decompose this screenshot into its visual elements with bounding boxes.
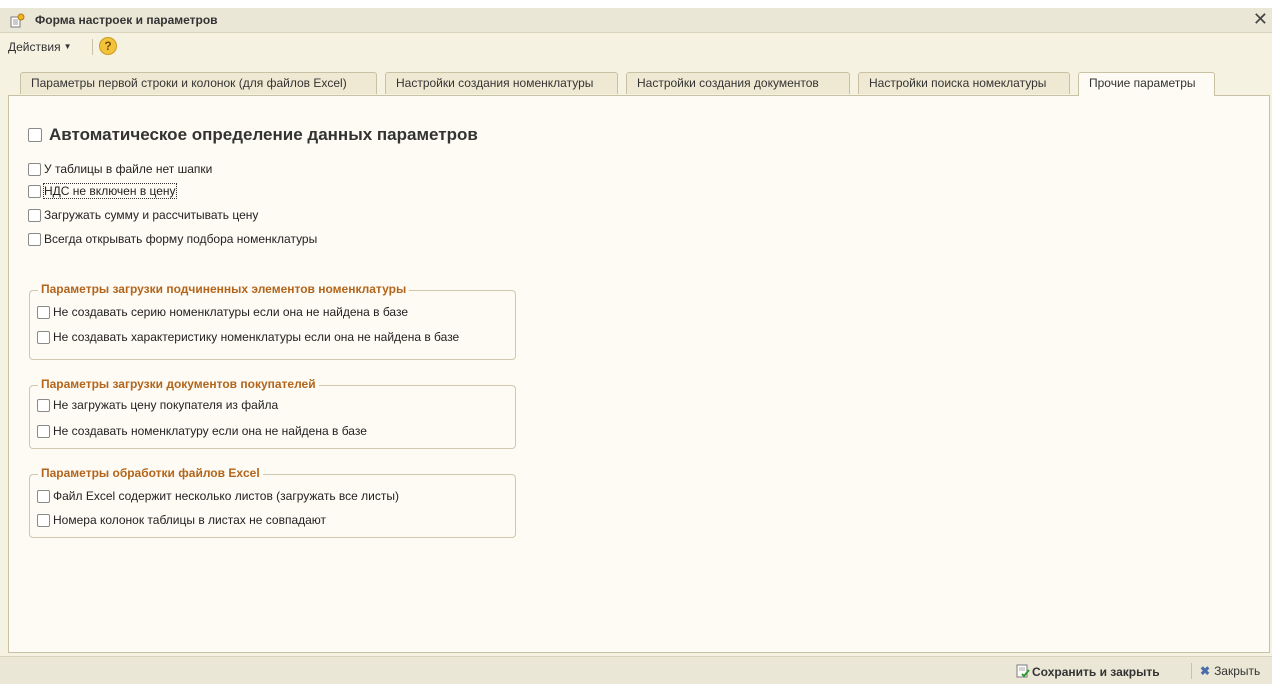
tab-other-params[interactable]: Прочие параметры — [1078, 72, 1215, 96]
always-open-selection-label: Всегда открывать форму подбора номенклат… — [44, 232, 318, 246]
group-title: Параметры загрузки подчиненных элементов… — [38, 282, 410, 296]
close-label: Закрыть — [1214, 664, 1261, 678]
close-button[interactable]: ✖ Закрыть — [1200, 664, 1260, 678]
no-create-series-label: Не создавать серию номенклатуры если она… — [53, 305, 409, 319]
tab-document-creation[interactable]: Настройки создания документов — [626, 72, 850, 94]
chevron-down-icon: ▼ — [63, 42, 72, 51]
no-header-checkbox[interactable] — [28, 163, 41, 176]
form-settings-icon — [10, 13, 25, 28]
load-sum-checkbox[interactable] — [28, 209, 41, 222]
subordinate-elements-group: Параметры загрузки подчиненных элементов… — [29, 282, 516, 360]
help-icon[interactable]: ? — [99, 37, 117, 55]
footer-divider — [1191, 663, 1192, 679]
group-title: Параметры загрузки документов покупателе… — [38, 377, 319, 391]
no-create-characteristic-checkbox[interactable] — [37, 331, 50, 344]
group-title: Параметры обработки файлов Excel — [38, 466, 263, 480]
buyer-documents-group: Параметры загрузки документов покупателе… — [29, 377, 516, 449]
footer-bar: Сохранить и закрыть ✖ Закрыть — [0, 656, 1272, 684]
title-bar: Форма настроек и параметров ✕ — [0, 8, 1272, 33]
no-load-buyer-price-label: Не загружать цену покупателя из файла — [53, 398, 279, 412]
window-title: Форма настроек и параметров — [35, 13, 218, 27]
excel-processing-group: Параметры обработки файлов Excel Файл Ex… — [29, 466, 516, 538]
window-close-icon[interactable]: ✕ — [1253, 9, 1268, 29]
no-header-label: У таблицы в файле нет шапки — [44, 162, 213, 176]
always-open-selection-checkbox[interactable] — [28, 233, 41, 246]
menu-divider — [92, 39, 93, 55]
settings-window: Форма настроек и параметров ✕ Действия ▼ … — [0, 8, 1272, 684]
tab-nomenclature-creation[interactable]: Настройки создания номенклатуры — [385, 72, 618, 94]
auto-detect-label: Автоматическое определение данных параме… — [49, 125, 478, 144]
no-create-series-checkbox[interactable] — [37, 306, 50, 319]
save-and-close-label: Сохранить и закрыть — [1032, 665, 1160, 679]
auto-detect-checkbox[interactable] — [28, 128, 42, 142]
vat-not-included-checkbox[interactable] — [28, 185, 41, 198]
multiple-sheets-checkbox[interactable] — [37, 490, 50, 503]
column-mismatch-checkbox[interactable] — [37, 514, 50, 527]
load-sum-label: Загружать сумму и рассчитывать цену — [44, 208, 259, 222]
close-icon: ✖ — [1200, 664, 1211, 678]
command-bar: Действия ▼ ? — [0, 34, 1272, 60]
no-load-buyer-price-checkbox[interactable] — [37, 399, 50, 412]
multiple-sheets-label: Файл Excel содержит несколько листов (за… — [53, 489, 399, 503]
actions-menu[interactable]: Действия ▼ — [8, 40, 72, 54]
no-create-nomenclature-label: Не создавать номенклатуру если она не на… — [53, 424, 367, 438]
tab-content-panel: Автоматическое определение данных параме… — [8, 95, 1270, 653]
save-and-close-button[interactable]: Сохранить и закрыть — [1016, 664, 1160, 679]
column-mismatch-label: Номера колонок таблицы в листах не совпа… — [53, 513, 327, 527]
no-create-characteristic-label: Не создавать характеристику номенклатуры… — [53, 330, 460, 344]
no-create-nomenclature-checkbox[interactable] — [37, 425, 50, 438]
tab-first-row-params[interactable]: Параметры первой строки и колонок (для ф… — [20, 72, 377, 94]
save-document-icon — [1016, 664, 1030, 678]
vat-not-included-label: НДС не включен в цену — [43, 183, 177, 199]
tab-nomenclature-search[interactable]: Настройки поиска номеклатуры — [858, 72, 1070, 94]
actions-menu-label: Действия — [8, 40, 61, 54]
